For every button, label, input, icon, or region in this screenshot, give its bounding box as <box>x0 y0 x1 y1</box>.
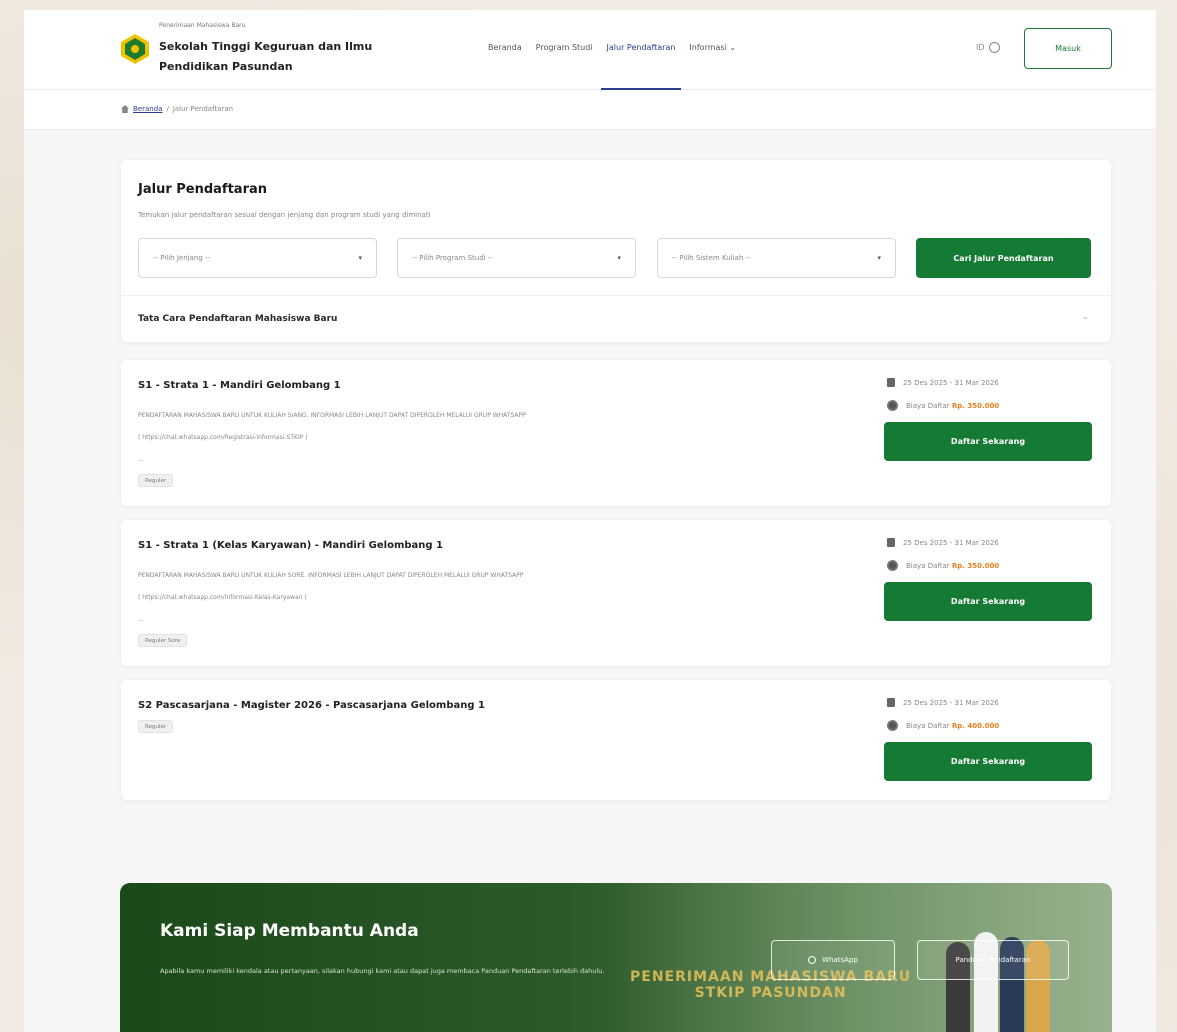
logo-icon[interactable] <box>119 33 151 65</box>
globe-icon <box>988 42 1000 53</box>
filter-card: Jalur Pendaftaran Temukan jalur pendafta… <box>121 160 1111 342</box>
program-fee: Biaya Daftar Rp. 400.000 <box>887 720 999 731</box>
whatsapp-label: WhatsApp <box>822 956 858 964</box>
breadcrumb-separator: / <box>166 105 169 113</box>
nav-beranda[interactable]: Beranda <box>488 10 522 90</box>
language-switch[interactable]: ID <box>976 42 1000 53</box>
apply-button[interactable]: Daftar Sekarang <box>884 422 1092 461</box>
program-card: S2 Pascasarjana - Magister 2026 - Pascas… <box>121 680 1111 800</box>
apply-button[interactable]: Daftar Sekarang <box>884 582 1092 621</box>
whatsapp-button[interactable]: WhatsApp <box>771 940 895 980</box>
program-card: S1 - Strata 1 - Mandiri Gelombang 1 PEND… <box>121 360 1111 506</box>
program-description: PENDAFTARAN MAHASISWA BARU UNTUK KULIAH … <box>138 405 718 471</box>
money-icon <box>887 400 898 411</box>
nav-jalur-pendaftaran[interactable]: Jalur Pendaftaran <box>600 10 682 90</box>
date-range: 25 Des 2025 - 31 Mar 2026 <box>903 538 999 547</box>
breadcrumb: Beranda / Jalur Pendaftaran <box>121 105 233 113</box>
login-button[interactable]: Masuk <box>1024 28 1112 69</box>
calendar-icon <box>887 378 895 387</box>
date-range: 25 Des 2025 - 31 Mar 2026 <box>903 378 999 387</box>
program-title: S1 - Strata 1 (Kelas Karyawan) - Mandiri… <box>138 540 443 551</box>
program-fee: Biaya Daftar Rp. 350.000 <box>887 400 999 411</box>
apply-button[interactable]: Daftar Sekarang <box>884 742 1092 781</box>
description-link[interactable]: ( https://chat.whatsapp.com/Informasi-Ke… <box>138 587 718 609</box>
prodi-select[interactable]: -- Pilih Program Studi -- ▾ <box>397 238 636 278</box>
program-description: PENDAFTARAN MAHASISWA BARU UNTUK KULIAH … <box>138 565 718 631</box>
brand-name: Sekolah Tinggi Keguruan dan Ilmu Pendidi… <box>159 40 373 73</box>
fee-label: Biaya Daftar <box>906 721 950 730</box>
home-icon <box>121 105 129 113</box>
brand-subtitle: Penerimaan Mahasiswa Baru <box>159 22 246 29</box>
fee-amount: Rp. 350.000 <box>951 401 1000 410</box>
description-line: PENDAFTARAN MAHASISWA BARU UNTUK KULIAH … <box>138 412 526 419</box>
fee-amount: Rp. 400.000 <box>951 721 1000 730</box>
breadcrumb-bar: Beranda / Jalur Pendaftaran <box>24 90 1156 130</box>
fee-label: Biaya Daftar <box>906 401 950 410</box>
description-line: PENDAFTARAN MAHASISWA BARU UNTUK KULIAH … <box>138 572 524 579</box>
fee-amount: Rp. 350.000 <box>951 561 1000 570</box>
description-ellipsis: ... <box>138 456 144 463</box>
breadcrumb-current: Jalur Pendaftaran <box>172 105 234 113</box>
main-nav: Beranda Program Studi Jalur Pendaftaran … <box>488 10 736 90</box>
poster-line: STKIP PASUNDAN <box>694 985 847 1001</box>
breadcrumb-home-link[interactable]: Beranda <box>133 105 162 113</box>
program-badge: Reguler <box>138 474 174 487</box>
language-label: ID <box>976 43 985 52</box>
program-badge: Reguler Sore <box>138 634 188 647</box>
registration-guide-accordion[interactable]: Tata Cara Pendaftaran Mahasiswa Baru ⌄ <box>121 295 1111 342</box>
banner-title: Kami Siap Membantu Anda <box>160 921 419 941</box>
program-title: S1 - Strata 1 - Mandiri Gelombang 1 <box>138 380 341 391</box>
page: Penerimaan Mahasiswa Baru Sekolah Tinggi… <box>24 10 1156 1032</box>
jenjang-select-value: -- Pilih Jenjang -- <box>153 254 211 262</box>
guide-button[interactable]: Panduan Pendaftaran <box>917 940 1069 980</box>
search-button[interactable]: Cari Jalur Pendaftaran <box>916 238 1091 278</box>
calendar-icon <box>887 538 895 547</box>
nav-informasi[interactable]: Informasi ⌄ <box>689 10 736 90</box>
program-date: 25 Des 2025 - 31 Mar 2026 <box>887 698 999 707</box>
caret-down-icon: ▾ <box>877 254 881 262</box>
jenjang-select[interactable]: -- Pilih Jenjang -- ▾ <box>138 238 377 278</box>
nav-program-studi[interactable]: Program Studi <box>536 10 593 90</box>
chevron-down-icon: ⌄ <box>1081 312 1089 322</box>
fee-label: Biaya Daftar <box>906 561 950 570</box>
accordion-label: Tata Cara Pendaftaran Mahasiswa Baru <box>138 314 338 324</box>
header: Penerimaan Mahasiswa Baru Sekolah Tinggi… <box>24 10 1156 90</box>
calendar-icon <box>887 698 895 707</box>
banner-text: Apabila kamu memiliki kendala atau perta… <box>160 967 605 975</box>
caret-down-icon: ▾ <box>617 254 621 262</box>
prodi-select-value: -- Pilih Program Studi -- <box>412 254 493 262</box>
description-ellipsis: ... <box>138 616 144 623</box>
sistem-kuliah-select[interactable]: -- Pilih Sistem Kuliah -- ▾ <box>657 238 896 278</box>
whatsapp-icon <box>808 956 817 964</box>
program-date: 25 Des 2025 - 31 Mar 2026 <box>887 378 999 387</box>
program-title: S2 Pascasarjana - Magister 2026 - Pascas… <box>138 700 485 711</box>
money-icon <box>887 720 898 731</box>
program-card: S1 - Strata 1 (Kelas Karyawan) - Mandiri… <box>121 520 1111 666</box>
program-date: 25 Des 2025 - 31 Mar 2026 <box>887 538 999 547</box>
page-subtitle: Temukan jalur pendaftaran sesuai dengan … <box>138 211 431 219</box>
date-range: 25 Des 2025 - 31 Mar 2026 <box>903 698 999 707</box>
description-link[interactable]: ( https://chat.whatsapp.com/Registrasi-I… <box>138 427 718 449</box>
sistem-kuliah-select-value: -- Pilih Sistem Kuliah -- <box>672 254 751 262</box>
help-banner: PENERIMAAN MAHASISWA BARU STKIP PASUNDAN… <box>120 883 1112 1032</box>
money-icon <box>887 560 898 571</box>
program-fee: Biaya Daftar Rp. 350.000 <box>887 560 999 571</box>
caret-down-icon: ▾ <box>358 254 362 262</box>
page-title: Jalur Pendaftaran <box>138 182 268 197</box>
program-badge: Reguler <box>138 720 174 733</box>
